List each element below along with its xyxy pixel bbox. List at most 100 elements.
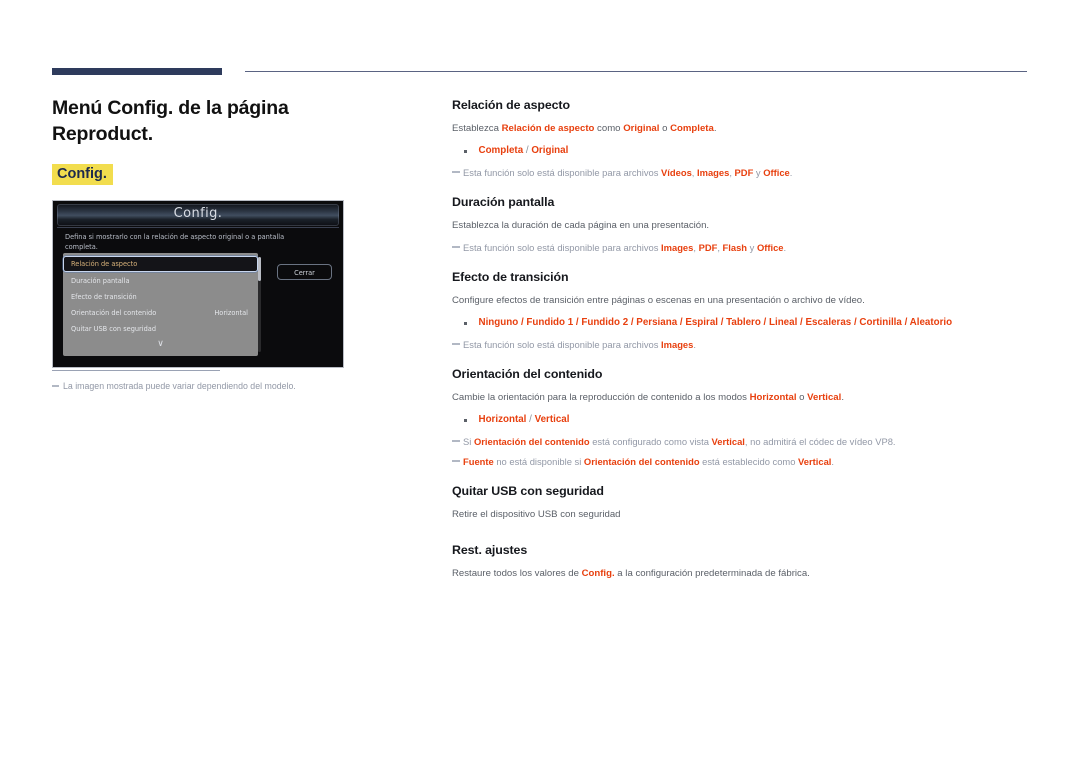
left-footnote-row: La imagen mostrada puede variar dependie… [52, 380, 392, 392]
text-fragment: . [831, 456, 835, 467]
text-fragment: . [841, 392, 844, 403]
section-quitar-usb-con-seguridad: Quitar USB con seguridad Retire el dispo… [452, 483, 1032, 522]
header-rule-thick [52, 68, 222, 75]
text-fragment: Esta función solo está disponible para a… [463, 242, 662, 253]
text-fragment: Esta función solo está disponible para a… [463, 167, 662, 178]
text-fragment: . [693, 339, 696, 350]
section-note: Esta función solo está disponible para a… [452, 241, 1032, 255]
emphasis-term: Vertical [711, 436, 745, 447]
option-list: Ninguno / Fundido 1 / Fundido 2 / Persia… [478, 317, 953, 328]
text-fragment: , no admitirá el códec de vídeo VP8. [744, 436, 896, 447]
tv-menu-item-label: Quitar USB con seguridad [71, 325, 157, 333]
tv-menu-item-value: Horizontal [214, 309, 248, 317]
text-fragment: Si [463, 436, 474, 447]
text-fragment: . [713, 123, 717, 134]
option-value: Completa [478, 145, 524, 156]
emphasis-term: Fuente [463, 456, 494, 467]
note-text: Esta función solo está disponible para a… [463, 166, 792, 180]
section-chip-wrap: Config. [52, 164, 392, 185]
text-fragment: no está disponible si [493, 456, 584, 467]
section-description: Configure efectos de transición entre pá… [452, 295, 865, 306]
emphasis-term: Office [756, 242, 784, 253]
text-fragment: y [753, 167, 764, 178]
page-title: Menú Config. de la página Reproduct. [52, 97, 289, 145]
emphasis-term: Vertical [798, 456, 832, 467]
left-footnote-text: La imagen mostrada puede variar dependie… [63, 381, 296, 391]
section-heading: Orientación del contenido [452, 367, 603, 381]
tv-menu-item-efecto-de-transicion[interactable]: Efecto de transición [63, 289, 258, 305]
emphasis-term: PDF [734, 167, 754, 178]
section-rest-ajustes: Rest. ajustes Restaure todos los valores… [452, 542, 1032, 581]
section-description: Establezca Relación de aspecto como Orig… [452, 122, 1032, 136]
section-options-bullet: Ninguno / Fundido 1 / Fundido 2 / Persia… [452, 316, 1032, 330]
option-value: Vertical [534, 414, 570, 425]
tv-menu-screenshot: Config. Defina si mostrarlo con la relac… [52, 200, 344, 368]
option-separator: / [526, 414, 535, 425]
section-duracion-pantalla: Duración pantalla Establezca la duración… [452, 194, 1032, 255]
note-text: Si Orientación del contenido está config… [463, 435, 896, 449]
emphasis-term: Orientación del contenido [583, 456, 700, 467]
emphasis-term: Vertical [807, 392, 842, 403]
section-heading: Quitar USB con seguridad [452, 484, 604, 498]
emphasis-term: Original [623, 123, 660, 134]
tv-menu-item-orientacion-del-contenido[interactable]: Orientación del contenido Horizontal [63, 305, 258, 321]
tv-menu-list: Relación de aspecto Duración pantalla Ef… [63, 253, 258, 356]
text-fragment: o [796, 392, 808, 403]
section-options-bullet: Completa / Original [452, 144, 1032, 158]
text-fragment: Esta función solo está disponible para a… [463, 339, 662, 350]
option-value: Original [531, 145, 569, 156]
tv-menu-scrollbar-thumb[interactable] [258, 257, 261, 281]
emphasis-term: Vídeos [661, 167, 692, 178]
emphasis-term: Images [697, 167, 730, 178]
dash-marker-icon [452, 246, 460, 248]
text-fragment: Establezca [452, 123, 502, 134]
text-fragment: está configurado como vista [589, 436, 712, 447]
tv-dialog-title-divider [57, 227, 339, 228]
text-fragment: . [789, 167, 793, 178]
section-efecto-de-transicion: Efecto de transición Configure efectos d… [452, 269, 1032, 352]
tv-dialog-title: Config. [173, 206, 223, 221]
tv-menu-item-duracion-pantalla[interactable]: Duración pantalla [63, 273, 258, 289]
header-rule-thin [245, 71, 1027, 72]
right-column: Relación de aspecto Establezca Relación … [452, 97, 1032, 589]
note-text: Esta función solo está disponible para a… [463, 338, 696, 352]
text-fragment: y [747, 242, 757, 253]
bullet-icon [464, 150, 467, 153]
bullet-icon [464, 419, 467, 422]
text-fragment: a la configuración predeterminada de fáb… [614, 568, 810, 579]
section-note: Si Orientación del contenido está config… [452, 435, 1032, 449]
left-column: Menú Config. de la página Reproduct. Con… [52, 95, 392, 368]
emphasis-term: Relación de aspecto [501, 123, 595, 134]
option-list: Completa / Original [479, 144, 569, 158]
tv-menu-item-quitar-usb-con-seguridad[interactable]: Quitar USB con seguridad [63, 321, 258, 337]
section-chip-config: Config. [52, 164, 113, 185]
text-fragment: o [659, 123, 671, 134]
dash-marker-icon [452, 171, 460, 173]
section-description: Establezca la duración de cada página en… [452, 220, 710, 231]
tv-close-button[interactable]: Cerrar [277, 264, 332, 280]
section-description: Restaure todos los valores de Config. a … [452, 567, 1032, 581]
emphasis-term: Images [661, 242, 694, 253]
emphasis-term: Orientación del contenido [473, 436, 590, 447]
dash-marker-icon [452, 440, 460, 442]
tv-dialog-titlebar: Config. [57, 204, 339, 226]
section-options-bullet: Horizontal / Vertical [452, 413, 1032, 427]
chevron-down-icon[interactable]: ∨ [63, 339, 258, 349]
emphasis-term: Config. [581, 568, 615, 579]
note-text: Esta función solo está disponible para a… [463, 241, 786, 255]
tv-menu-item-label: Efecto de transición [71, 293, 137, 301]
section-heading: Efecto de transición [452, 270, 569, 284]
section-heading: Rest. ajustes [452, 543, 528, 557]
tv-menu-item-relacion-de-aspecto[interactable]: Relación de aspecto [63, 256, 258, 272]
option-value: Horizontal [478, 414, 527, 425]
section-note: Esta función solo está disponible para a… [452, 338, 1032, 352]
text-fragment: como [594, 123, 624, 134]
emphasis-term: PDF [698, 242, 718, 253]
dash-marker-icon [452, 343, 460, 345]
tv-menu-item-label: Orientación del contenido [71, 309, 157, 317]
text-fragment: Cambie la orientación para la reproducci… [452, 392, 750, 403]
text-fragment: . [783, 242, 787, 253]
tv-close-button-label: Cerrar [294, 269, 315, 277]
section-description: Retire el dispositivo USB con seguridad [452, 509, 621, 520]
emphasis-term: Office [763, 167, 790, 178]
